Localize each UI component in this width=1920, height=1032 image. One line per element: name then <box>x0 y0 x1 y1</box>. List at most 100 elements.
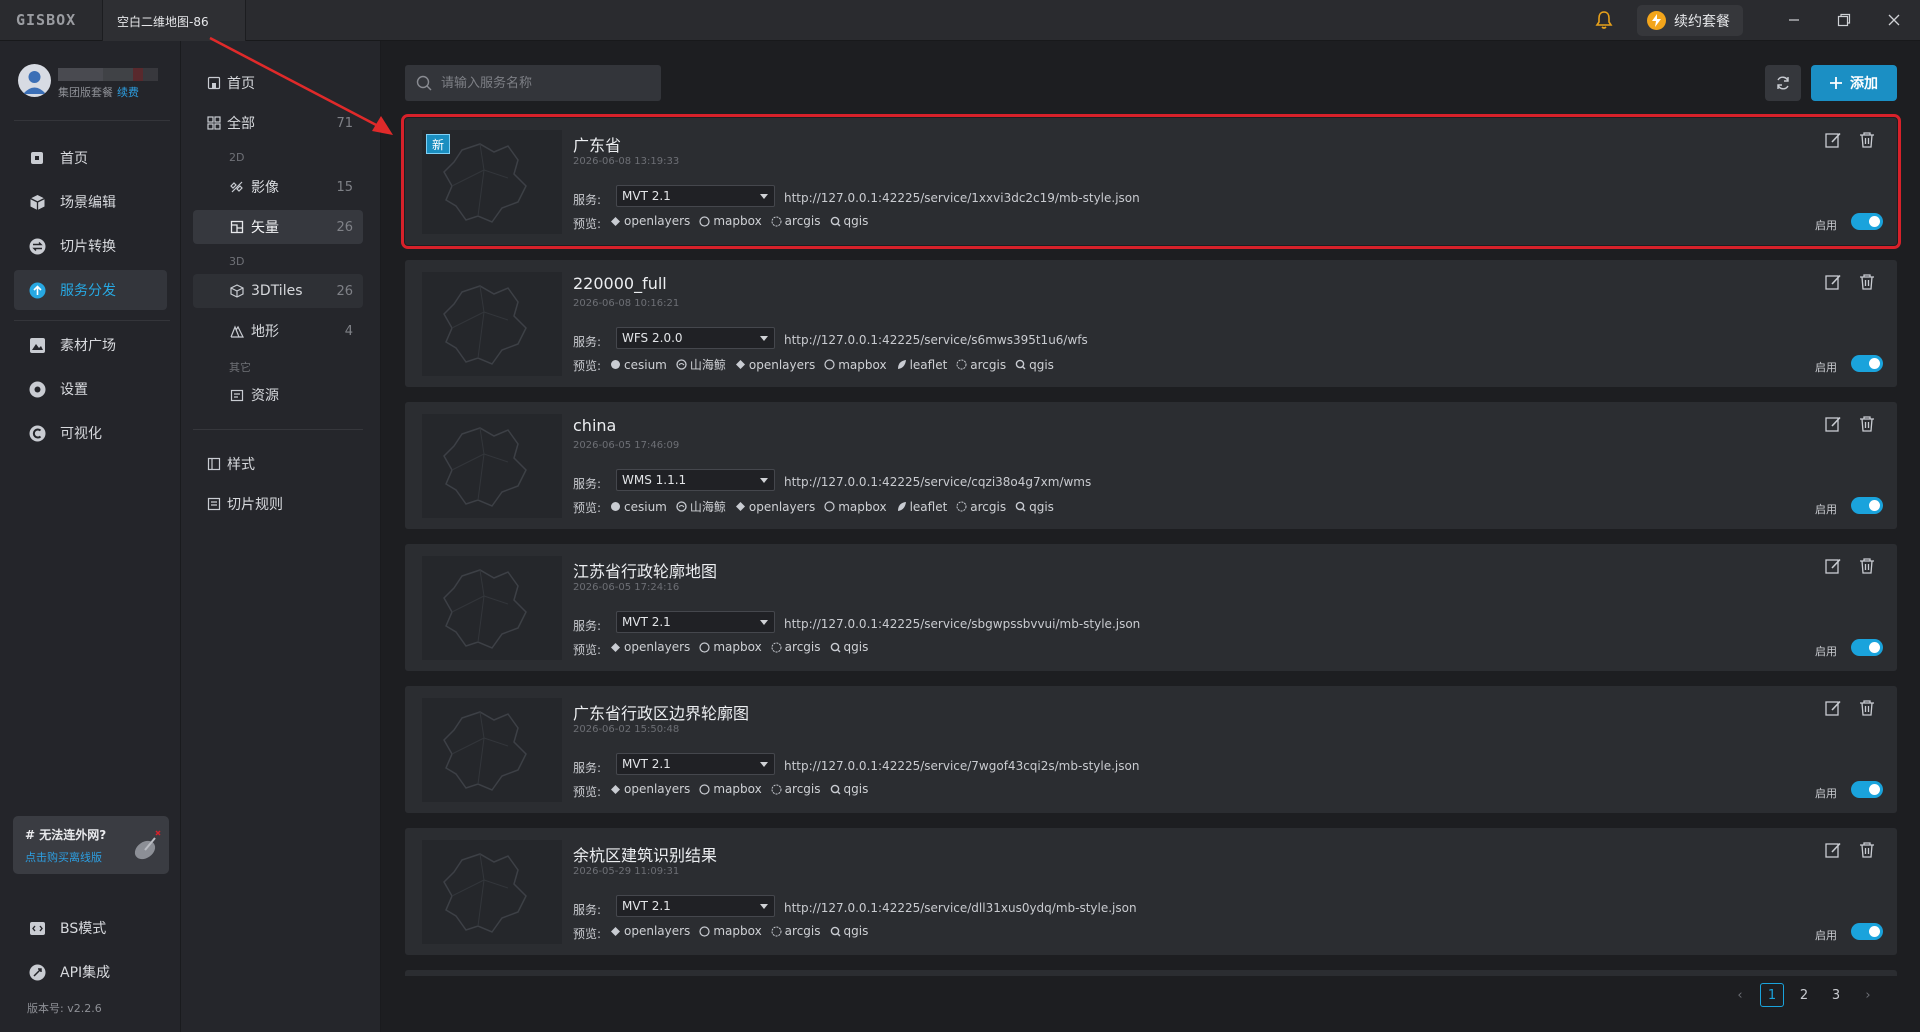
preview-link-mapbox[interactable]: mapbox <box>699 924 762 938</box>
service-url[interactable]: http://127.0.0.1:42225/service/sbgwpssbv… <box>784 617 1140 631</box>
preview-link-shanhaijing[interactable]: 山海鲸 <box>676 356 726 373</box>
preview-link-openlayers[interactable]: openlayers <box>610 640 690 654</box>
category-tile-rules[interactable]: 切片规则 <box>193 487 363 521</box>
minimize-icon[interactable] <box>1782 8 1806 32</box>
document-tab[interactable]: 空白二维地图-86 <box>102 0 246 41</box>
renew-link[interactable]: 续费 <box>117 86 139 99</box>
nav-item-visualize[interactable]: 可视化 <box>14 413 167 453</box>
delete-icon[interactable] <box>1859 131 1875 149</box>
preview-link-mapbox[interactable]: mapbox <box>824 356 887 373</box>
enable-toggle[interactable] <box>1851 639 1883 656</box>
offline-promo-card[interactable]: # 无法连外网? 点击购买离线版 <box>13 816 169 874</box>
preview-link-mapbox[interactable]: mapbox <box>699 640 762 654</box>
service-thumbnail[interactable] <box>422 556 562 660</box>
preview-link-mapbox[interactable]: mapbox <box>824 498 887 515</box>
preview-link-shanhaijing[interactable]: 山海鲸 <box>676 498 726 515</box>
category-terrain[interactable]: 地形 4 <box>193 314 363 348</box>
buy-offline-link[interactable]: 点击购买离线版 <box>25 849 102 865</box>
nav-item-scene-editor[interactable]: 场景编辑 <box>14 182 167 222</box>
delete-icon[interactable] <box>1859 557 1875 575</box>
preview-link-leaflet[interactable]: leaflet <box>896 356 947 373</box>
add-service-button[interactable]: 添加 <box>1811 65 1897 101</box>
renew-plan-button[interactable]: 续约套餐 <box>1637 5 1743 36</box>
preview-link-openlayers[interactable]: openlayers <box>610 214 690 228</box>
preview-link-qgis[interactable]: qgis <box>830 924 868 938</box>
delete-icon[interactable] <box>1859 273 1875 291</box>
enable-toggle[interactable] <box>1851 497 1883 514</box>
nav-item-bs-mode[interactable]: BS模式 <box>14 908 167 948</box>
preview-link-arcgis[interactable]: arcgis <box>771 782 821 796</box>
page-button-3[interactable]: 3 <box>1824 983 1848 1007</box>
preview-link-qgis[interactable]: qgis <box>830 782 868 796</box>
service-thumbnail[interactable] <box>422 272 562 376</box>
delete-icon[interactable] <box>1859 415 1875 433</box>
service-type-select[interactable]: MVT 2.1 <box>616 895 775 917</box>
nav-item-settings[interactable]: 设置 <box>14 369 167 409</box>
service-card[interactable]: 江苏省行政轮廓地图 2026-06-05 17:24:16 服务: MVT 2.1 ht… <box>405 544 1897 671</box>
service-thumbnail[interactable] <box>422 698 562 802</box>
next-page-button[interactable]: › <box>1856 983 1880 1007</box>
preview-link-mapbox[interactable]: mapbox <box>699 214 762 228</box>
delete-icon[interactable] <box>1859 699 1875 717</box>
prev-page-button[interactable]: ‹ <box>1728 983 1752 1007</box>
preview-link-qgis[interactable]: qgis <box>830 640 868 654</box>
service-thumbnail[interactable] <box>422 414 562 518</box>
edit-icon[interactable] <box>1824 415 1842 433</box>
category-3dtiles[interactable]: 3DTiles 26 <box>193 274 363 308</box>
enable-toggle[interactable] <box>1851 213 1883 230</box>
bell-icon[interactable] <box>1594 10 1614 30</box>
preview-link-arcgis[interactable]: arcgis <box>771 214 821 228</box>
nav-item-home[interactable]: 首页 <box>14 138 167 178</box>
enable-toggle[interactable] <box>1851 923 1883 940</box>
preview-link-openlayers[interactable]: openlayers <box>735 498 815 515</box>
user-avatar[interactable] <box>18 64 51 97</box>
service-type-select[interactable]: WMS 1.1.1 <box>616 469 775 491</box>
preview-link-openlayers[interactable]: openlayers <box>610 782 690 796</box>
page-button-2[interactable]: 2 <box>1792 983 1816 1007</box>
category-styles[interactable]: 样式 <box>193 447 363 481</box>
service-type-select[interactable]: WFS 2.0.0 <box>616 327 775 349</box>
service-url[interactable]: http://127.0.0.1:42225/service/cqzi38o4g… <box>784 475 1091 489</box>
service-url[interactable]: http://127.0.0.1:42225/service/s6mws395t… <box>784 333 1088 347</box>
service-thumbnail[interactable]: 新 <box>422 130 562 234</box>
edit-icon[interactable] <box>1824 557 1842 575</box>
preview-link-leaflet[interactable]: leaflet <box>896 498 947 515</box>
preview-link-cesium[interactable]: cesium <box>610 356 667 373</box>
service-card[interactable]: 新 广东省 2026-06-08 13:19:33 服务: MVT 2.1 http://… <box>401 114 1901 249</box>
edit-icon[interactable] <box>1824 131 1842 149</box>
preview-link-qgis[interactable]: qgis <box>830 214 868 228</box>
search-input[interactable] <box>405 65 661 101</box>
service-card[interactable]: china 2026-06-05 17:46:09 服务: WMS 1.1.1 http… <box>405 402 1897 529</box>
preview-link-mapbox[interactable]: mapbox <box>699 782 762 796</box>
preview-link-qgis[interactable]: qgis <box>1015 356 1054 373</box>
preview-link-qgis[interactable]: qgis <box>1015 498 1054 515</box>
service-url[interactable]: http://127.0.0.1:42225/service/1xxvi3dc2… <box>784 191 1140 205</box>
service-thumbnail[interactable] <box>422 840 562 944</box>
category-resources[interactable]: 资源 <box>193 378 363 412</box>
service-type-select[interactable]: MVT 2.1 <box>616 753 775 775</box>
service-type-select[interactable]: MVT 2.1 <box>616 611 775 633</box>
preview-link-arcgis[interactable]: arcgis <box>771 640 821 654</box>
preview-link-arcgis[interactable]: arcgis <box>956 356 1006 373</box>
nav-item-asset-plaza[interactable]: 素材广场 <box>14 325 167 365</box>
preview-link-cesium[interactable]: cesium <box>610 498 667 515</box>
service-card[interactable]: 220000_full 2026-06-08 10:16:21 服务: WFS 2.0… <box>405 260 1897 387</box>
preview-link-openlayers[interactable]: openlayers <box>610 924 690 938</box>
preview-link-openlayers[interactable]: openlayers <box>735 356 815 373</box>
nav-item-tile-convert[interactable]: 切片转换 <box>14 226 167 266</box>
delete-icon[interactable] <box>1859 841 1875 859</box>
enable-toggle[interactable] <box>1851 355 1883 372</box>
preview-link-arcgis[interactable]: arcgis <box>956 498 1006 515</box>
category-home[interactable]: 首页 <box>193 66 363 100</box>
category-vector[interactable]: 矢量 26 <box>193 210 363 244</box>
nav-item-service-publish[interactable]: 服务分发 <box>14 270 167 310</box>
service-card[interactable]: 余杭区建筑识别结果 2026-05-29 11:09:31 服务: MVT 2.1 ht… <box>405 828 1897 955</box>
preview-link-arcgis[interactable]: arcgis <box>771 924 821 938</box>
restore-icon[interactable] <box>1832 8 1856 32</box>
category-all[interactable]: 全部 71 <box>193 106 363 140</box>
service-card[interactable]: 广东省行政区边界轮廓图 2026-06-02 15:50:48 服务: MVT 2.1… <box>405 686 1897 813</box>
service-type-select[interactable]: MVT 2.1 <box>616 185 775 207</box>
page-button-1[interactable]: 1 <box>1760 983 1784 1007</box>
service-url[interactable]: http://127.0.0.1:42225/service/7wgof43cq… <box>784 759 1139 773</box>
nav-item-api[interactable]: API集成 <box>14 952 167 992</box>
